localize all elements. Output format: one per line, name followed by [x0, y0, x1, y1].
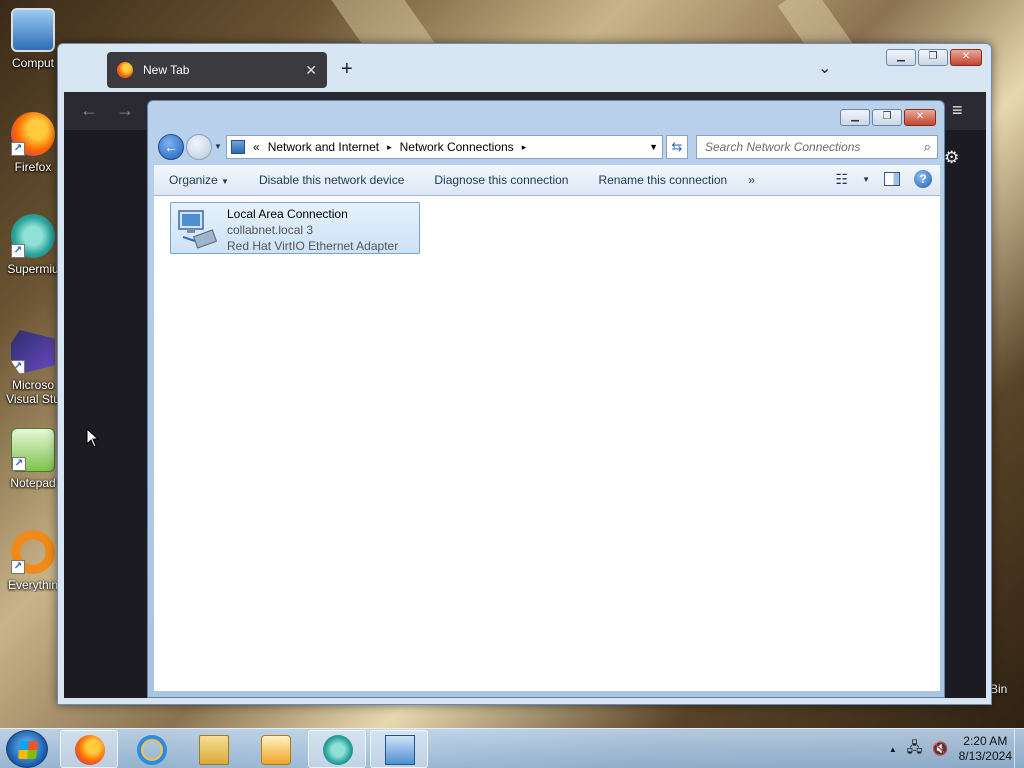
shortcut-arrow-icon: ↗ — [11, 244, 25, 258]
taskbar-network-connections[interactable] — [370, 730, 428, 768]
breadcrumb-separator-icon[interactable]: ▸ — [522, 142, 527, 153]
tab-list-dropdown[interactable]: ⌄ — [818, 58, 831, 78]
taskbar: ▲ 🖧 🔇 2:20 AM 8/13/2024 — [0, 728, 1024, 768]
connections-list: Local Area Connection collabnet.local 3 … — [154, 196, 940, 691]
start-button[interactable] — [6, 730, 48, 768]
internet-explorer-icon — [137, 735, 167, 765]
organize-label: Organize — [169, 173, 218, 187]
shortcut-arrow-icon: ↗ — [11, 142, 25, 156]
windows-logo-icon — [18, 741, 38, 759]
explorer-window-controls: ▁ ❐ ✕ — [840, 109, 936, 126]
breadcrumb-separator-icon[interactable]: ▸ — [387, 142, 392, 153]
connection-name: Local Area Connection — [227, 207, 348, 221]
change-view-icon[interactable]: ☷ — [836, 171, 849, 188]
close-button[interactable]: ✕ — [950, 49, 982, 66]
notepad-icon: ↗ — [11, 428, 55, 472]
taskbar-file-explorer[interactable] — [184, 730, 242, 768]
recent-pages-dropdown-icon[interactable]: ▼ — [214, 142, 222, 151]
search-placeholder: Search Network Connections — [705, 140, 861, 154]
preview-pane-icon[interactable] — [884, 172, 900, 186]
connection-network: collabnet.local 3 — [227, 223, 314, 237]
breadcrumb-overflow[interactable]: « — [253, 140, 260, 154]
taskbar-media-player[interactable] — [246, 730, 304, 768]
firefox-icon: ↗ — [11, 112, 55, 156]
shortcut-arrow-icon: ↗ — [11, 360, 25, 374]
computer-icon — [11, 8, 55, 52]
forward-arrow-icon[interactable]: → — [116, 100, 134, 121]
mouse-cursor-icon — [86, 428, 100, 448]
new-tab-button[interactable]: + — [341, 58, 353, 81]
firefox-icon — [117, 62, 133, 78]
maximize-button[interactable]: ❐ — [872, 109, 902, 126]
system-tray: ▲ 🖧 🔇 2:20 AM 8/13/2024 — [889, 729, 1012, 768]
tab-close-icon[interactable]: ✕ — [305, 62, 317, 79]
refresh-icon[interactable]: ⇆ — [666, 135, 688, 159]
settings-gear-icon[interactable]: ⚙ — [944, 148, 959, 168]
tab-title: New Tab — [143, 63, 190, 77]
file-explorer-icon — [199, 735, 229, 765]
more-commands-button[interactable]: » — [742, 173, 761, 187]
clock-date: 8/13/2024 — [958, 749, 1012, 763]
show-hidden-icons-icon[interactable]: ▲ — [889, 745, 897, 754]
breadcrumb-network-and-internet[interactable]: Network and Internet — [268, 140, 379, 154]
search-icon[interactable]: ⌕ — [924, 139, 931, 155]
volume-muted-icon[interactable]: 🔇 — [932, 741, 948, 757]
network-connections-icon — [385, 735, 415, 765]
visual-studio-icon: ↗ — [11, 330, 55, 374]
shortcut-arrow-icon: ↗ — [12, 457, 26, 471]
view-controls: ☷ ▼ ? — [836, 170, 932, 188]
close-button[interactable]: ✕ — [904, 109, 936, 126]
maximize-button[interactable]: ❐ — [918, 49, 948, 66]
connection-adapter: Red Hat VirtIO Ethernet Adapter — [227, 239, 399, 253]
minimize-button[interactable]: ▁ — [886, 49, 916, 66]
address-dropdown-icon[interactable]: ▼ — [649, 142, 658, 152]
firefox-window-controls: ▁ ❐ ✕ — [886, 49, 982, 66]
taskbar-internet-explorer[interactable] — [122, 730, 180, 768]
address-bar-row: ← ▼ « Network and Internet ▸ Network Con… — [156, 132, 938, 162]
supermium-icon — [323, 735, 353, 765]
chevron-down-icon: ▼ — [221, 177, 229, 186]
address-bar[interactable]: « Network and Internet ▸ Network Connect… — [226, 135, 663, 159]
search-input[interactable]: Search Network Connections ⌕ — [696, 135, 938, 159]
firefox-icon — [75, 735, 105, 765]
organize-button[interactable]: Organize ▼ — [154, 173, 244, 187]
minimize-button[interactable]: ▁ — [840, 109, 870, 126]
tab-new-tab[interactable]: New Tab ✕ — [107, 52, 327, 88]
desktop-icon-recycle-bin-label[interactable]: Bin — [990, 682, 1007, 696]
show-desktop-button[interactable] — [1014, 729, 1024, 768]
disable-device-button[interactable]: Disable this network device — [244, 173, 419, 187]
supermium-icon: ↗ — [11, 214, 55, 258]
command-bar: Organize ▼ Disable this network device D… — [154, 165, 940, 196]
network-folder-icon — [231, 140, 245, 154]
list-item-local-area-connection[interactable]: Local Area Connection collabnet.local 3 … — [170, 202, 420, 254]
network-connections-window: ▁ ❐ ✕ ← ▼ « Network and Internet ▸ Netwo… — [147, 100, 945, 698]
taskbar-supermium[interactable] — [308, 730, 366, 768]
menu-icon[interactable]: ≡ — [952, 100, 963, 121]
help-icon[interactable]: ? — [914, 170, 932, 188]
back-arrow-icon[interactable]: ← — [80, 100, 98, 121]
media-player-icon — [261, 735, 291, 765]
network-status-icon[interactable]: 🖧 — [907, 737, 923, 761]
forward-button[interactable] — [186, 134, 212, 160]
network-adapter-icon — [178, 210, 218, 249]
taskbar-firefox[interactable] — [60, 730, 118, 768]
back-button[interactable]: ← — [158, 134, 184, 160]
clock[interactable]: 2:20 AM 8/13/2024 — [959, 734, 1012, 764]
everything-icon: ↗ — [11, 530, 55, 574]
breadcrumb-network-connections[interactable]: Network Connections — [400, 140, 514, 154]
rename-connection-button[interactable]: Rename this connection — [583, 173, 742, 187]
view-options-dropdown-icon[interactable]: ▼ — [862, 175, 870, 184]
shortcut-arrow-icon: ↗ — [11, 560, 25, 574]
clock-time: 2:20 AM — [963, 734, 1008, 748]
connection-details: Local Area Connection collabnet.local 3 … — [227, 206, 398, 254]
diagnose-connection-button[interactable]: Diagnose this connection — [419, 173, 583, 187]
